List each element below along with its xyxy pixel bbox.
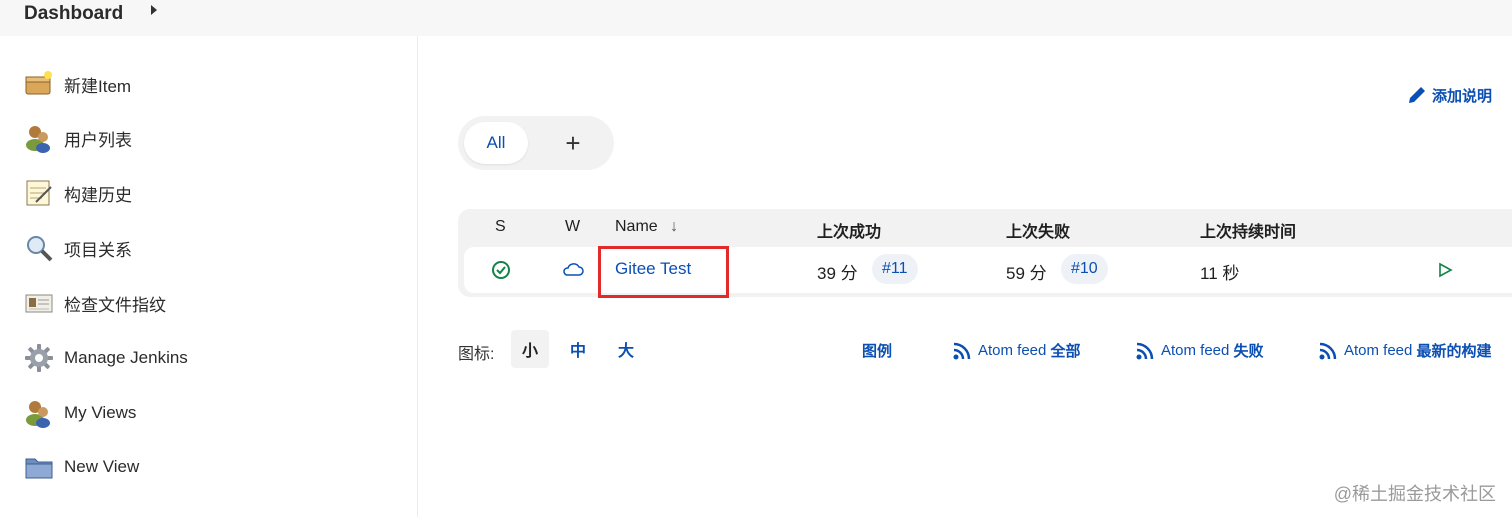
watermark: @稀土掘金技术社区	[1333, 484, 1496, 504]
add-description-link[interactable]: 添加说明	[1406, 84, 1492, 106]
sidebar-item-manage-jenkins[interactable]: Manage Jenkins	[24, 342, 188, 374]
feed-prefix: Atom feed	[1161, 342, 1230, 359]
tab-all[interactable]: All	[464, 122, 528, 164]
sidebar-item-my-views[interactable]: My Views	[24, 397, 136, 429]
sidebar: 新建Item 用户列表 构建历史 项目关系 检查文件指纹 Manage Jenk…	[0, 36, 418, 517]
last-failure-time: 59 分	[1006, 264, 1047, 283]
feed-failed-label: 失败	[1233, 343, 1264, 360]
rss-icon	[952, 341, 972, 361]
fingerprint-card-icon	[24, 288, 54, 318]
new-item-icon	[24, 69, 54, 99]
feed-prefix: Atom feed	[978, 342, 1047, 359]
atom-feed-failed-link[interactable]: Atom feed 失败	[1135, 340, 1264, 361]
gear-icon	[24, 343, 54, 373]
folder-icon	[24, 452, 54, 482]
column-header-name-label: Name	[615, 218, 658, 235]
sidebar-item-users[interactable]: 用户列表	[24, 122, 132, 154]
sort-down-icon: ↓	[670, 218, 679, 235]
sidebar-item-label: New View	[64, 457, 140, 476]
icon-size-large[interactable]: 大	[607, 330, 645, 368]
feed-latest-label: 最新的构建	[1416, 343, 1492, 360]
users-icon	[24, 123, 54, 153]
last-success-build-link[interactable]: #11	[872, 254, 918, 284]
cloud-icon	[562, 261, 584, 279]
sidebar-item-label: 构建历史	[64, 185, 132, 205]
pencil-icon	[1406, 84, 1428, 106]
atom-feed-all-link[interactable]: Atom feed 全部	[952, 340, 1081, 361]
add-view-button[interactable]: +	[558, 127, 588, 159]
column-header-name[interactable]: Name ↓	[615, 218, 678, 236]
sidebar-item-label: 新建Item	[64, 76, 132, 96]
column-header-status[interactable]: S	[495, 218, 506, 236]
icon-size-label: 图标:	[458, 346, 495, 363]
view-tabs: All +	[458, 116, 614, 170]
breadcrumb-chevron-icon[interactable]	[151, 5, 157, 15]
column-header-last-success[interactable]: 上次成功	[817, 218, 881, 242]
sidebar-item-label: My Views	[64, 403, 137, 422]
column-header-last-duration[interactable]: 上次持续时间	[1200, 218, 1296, 242]
rss-icon	[1135, 341, 1155, 361]
last-duration: 11 秒	[1200, 264, 1240, 283]
sidebar-item-build-history[interactable]: 构建历史	[24, 177, 132, 209]
success-check-icon	[491, 260, 511, 280]
sidebar-item-new-view[interactable]: New View	[24, 451, 139, 483]
last-failure-build-link[interactable]: #10	[1061, 254, 1108, 284]
search-icon	[24, 233, 54, 263]
sidebar-item-label: Manage Jenkins	[64, 348, 188, 367]
atom-feed-latest-link[interactable]: Atom feed 最新的构建	[1318, 340, 1492, 361]
legend-link[interactable]: 图例	[862, 340, 892, 361]
sidebar-item-label: 用户列表	[64, 130, 132, 150]
column-header-weather[interactable]: W	[565, 218, 580, 236]
sidebar-item-fingerprint[interactable]: 检查文件指纹	[24, 287, 166, 319]
sidebar-item-label: 项目关系	[64, 240, 132, 260]
icon-size-small[interactable]: 小	[511, 330, 549, 368]
breadcrumb-dashboard[interactable]: Dashboard	[24, 3, 123, 25]
top-bar: Dashboard	[0, 0, 1512, 36]
highlight-box	[598, 246, 729, 298]
feed-all-label: 全部	[1050, 343, 1081, 360]
sidebar-item-project-relationship[interactable]: 项目关系	[24, 232, 132, 264]
icon-size-medium[interactable]: 中	[559, 330, 597, 368]
rss-icon	[1318, 341, 1338, 361]
last-success-time: 39 分	[817, 264, 858, 283]
build-now-play-icon[interactable]	[1436, 261, 1454, 279]
feed-prefix: Atom feed	[1344, 342, 1413, 359]
sidebar-item-label: 检查文件指纹	[64, 295, 166, 315]
notepad-icon	[24, 178, 54, 208]
add-description-label: 添加说明	[1431, 87, 1492, 105]
column-header-last-failure[interactable]: 上次失败	[1006, 218, 1070, 242]
sidebar-item-new-item[interactable]: 新建Item	[24, 68, 131, 100]
users-icon	[24, 398, 54, 428]
